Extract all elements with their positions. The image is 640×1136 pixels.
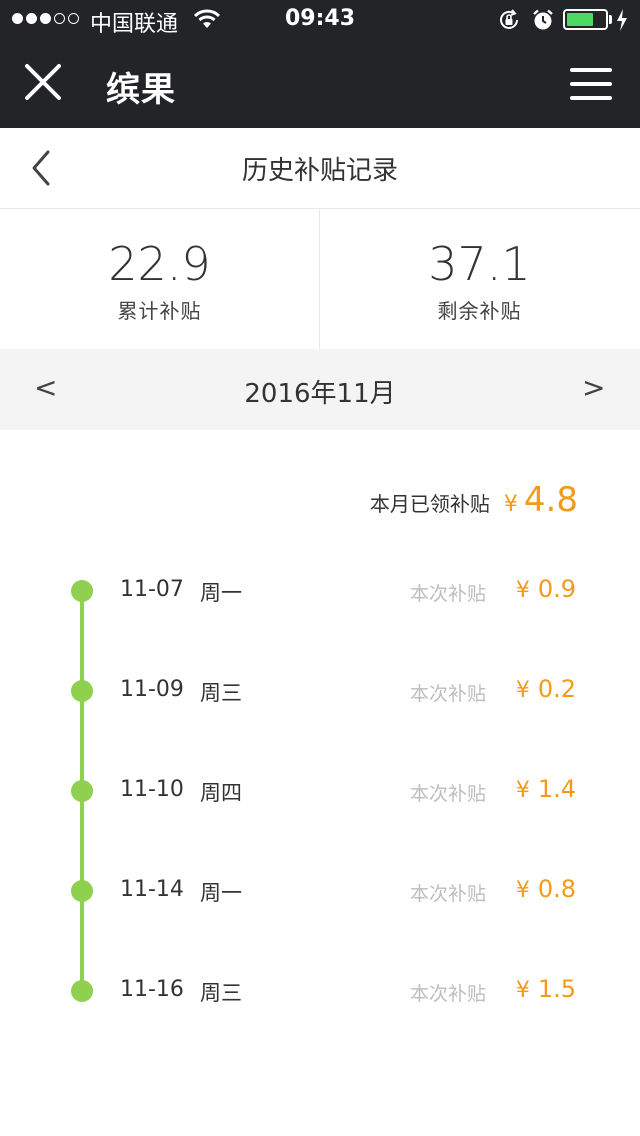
record-date: 11-09 [120,677,184,702]
record-amount-value: 1.5 [537,975,576,1003]
top-bar: 中国联通 09:43 缤果 [0,0,640,128]
record-date: 11-07 [120,577,184,602]
total-subsidy-label: 累计补贴 [117,299,202,323]
month-total-label: 本月已领补贴 [369,492,490,516]
record-weekday: 周一 [200,581,242,605]
status-bar: 中国联通 09:43 [0,0,640,40]
record-date: 11-14 [120,877,184,902]
currency-symbol: ¥ [515,778,530,803]
currency-symbol: ¥ [515,578,530,603]
record-weekday: 周一 [200,881,242,905]
record-date: 11-16 [120,977,184,1002]
timeline-node [71,880,93,902]
timeline-node [71,580,93,602]
subsidy-stats: 22.9 累计补贴 37.1 剩余补贴 [0,209,640,349]
record-amount-value: 1.4 [537,775,576,803]
currency-symbol: ¥ [515,678,530,703]
record-date: 11-10 [120,777,184,802]
record-label: 本次补贴 [410,583,487,605]
title-bar: 缤果 [0,40,640,128]
battery-icon [563,9,608,30]
menu-icon[interactable] [570,66,612,102]
rotation-lock-icon [500,9,518,29]
record-weekday: 周三 [200,981,242,1005]
app-title: 缤果 [106,70,176,110]
currency-symbol: ¥ [503,492,518,517]
alarm-icon [533,9,553,30]
page-header: 历史补贴记录 [0,128,640,209]
remaining-subsidy-label: 剩余补贴 [437,299,522,323]
list-item: 11-09 周三 本次补贴 ¥0.2 [0,671,640,711]
page-title: 历史补贴记录 [241,156,398,186]
record-amount-value: 0.9 [537,575,576,603]
record-amount: ¥0.9 [516,575,576,603]
currency-symbol: ¥ [515,978,530,1003]
record-amount: ¥0.2 [516,675,576,703]
record-weekday: 周四 [200,781,242,805]
remaining-subsidy-card: 37.1 剩余补贴 [320,209,639,349]
month-switcher: < 2016年11月 > [0,349,640,430]
record-amount: ¥0.8 [516,875,576,903]
month-total: 本月已领补贴 ¥4.8 [370,480,578,520]
record-label: 本次补贴 [410,983,487,1005]
record-label: 本次补贴 [410,783,487,805]
remaining-subsidy-value: 37.1 [428,237,531,291]
record-label: 本次补贴 [410,683,487,705]
timeline-node [71,980,93,1002]
total-subsidy-value: 22.9 [108,237,211,291]
record-weekday: 周三 [200,681,242,705]
total-subsidy-card: 22.9 累计补贴 [0,209,320,349]
currency-symbol: ¥ [515,878,530,903]
list-item: 11-10 周四 本次补贴 ¥1.4 [0,771,640,811]
battery-tip [609,15,612,24]
list-item: 11-16 周三 本次补贴 ¥1.5 [0,971,640,1011]
month-total-value: 4.8 [523,480,578,520]
next-month-button[interactable]: > [582,371,605,404]
list-item: 11-07 周一 本次补贴 ¥0.9 [0,571,640,611]
month-total-amount: ¥4.8 [504,480,578,520]
record-amount: ¥1.4 [516,775,576,803]
list-item: 11-14 周一 本次补贴 ¥0.8 [0,871,640,911]
timeline-node [71,680,93,702]
record-amount: ¥1.5 [516,975,576,1003]
record-amount-value: 0.2 [537,675,576,703]
current-month: 2016年11月 [244,379,396,409]
record-label: 本次补贴 [410,883,487,905]
charging-icon [617,9,627,31]
close-icon[interactable] [22,61,64,103]
timeline-node [71,780,93,802]
record-amount-value: 0.8 [537,875,576,903]
